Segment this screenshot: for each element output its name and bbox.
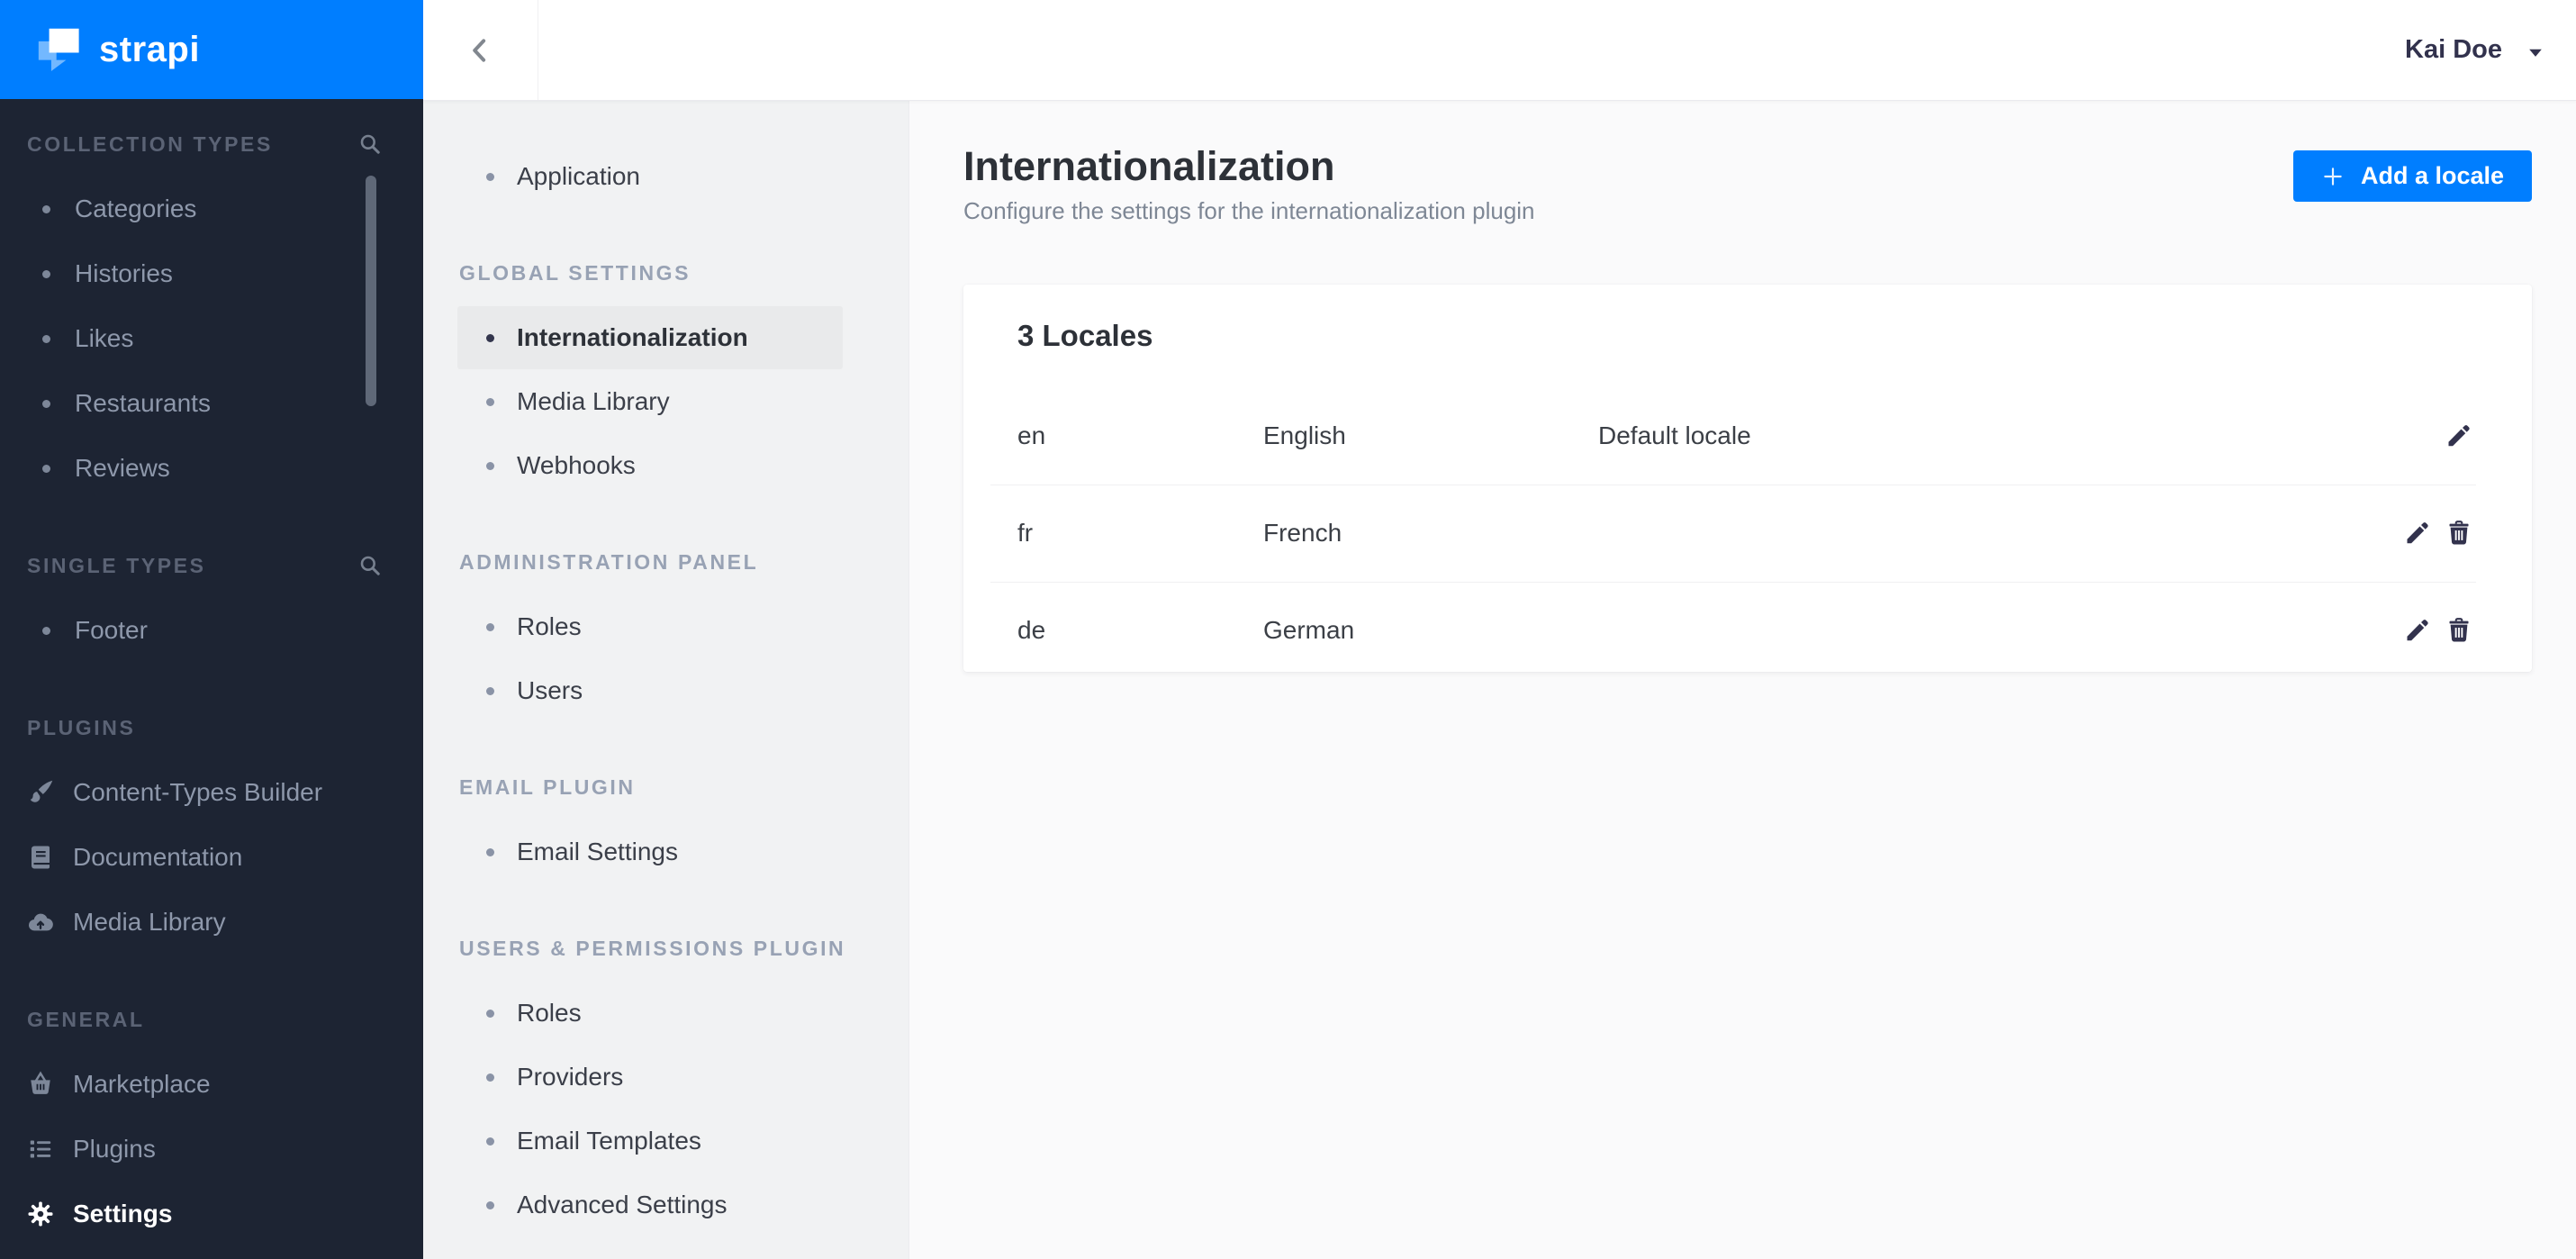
bullet-icon	[42, 269, 50, 278]
sidebar-item-histories[interactable]: Histories	[0, 241, 423, 306]
delete-locale-button[interactable]	[2445, 520, 2472, 547]
sidebar-item-content-types-builder[interactable]: Content-Types Builder	[0, 760, 423, 825]
main-content: Internationalization Configure the setti…	[909, 101, 2576, 1259]
bullet-icon	[486, 1200, 494, 1209]
bullet-icon	[486, 847, 494, 856]
sidebar-item-settings[interactable]: Settings	[0, 1182, 423, 1246]
bullet-icon	[486, 1137, 494, 1146]
sidebar-nav: COLLECTION TYPES Categories Histories Li…	[0, 99, 423, 1246]
locale-code: fr	[1017, 519, 1034, 547]
locales-count-title: 3 Locales	[1017, 319, 1153, 352]
user-name: Kai Doe	[2405, 35, 2502, 64]
sidebar-item-reviews[interactable]: Reviews	[0, 436, 423, 501]
sidebar-item-marketplace[interactable]: Marketplace	[0, 1052, 423, 1117]
brand-name: strapi	[99, 29, 200, 69]
bullet-icon	[42, 334, 50, 343]
bullet-icon	[486, 686, 494, 695]
edit-locale-button[interactable]	[2445, 422, 2472, 449]
locales-card: 3 Locales en English Default locale fr F…	[963, 285, 2532, 672]
sidebar-section-single-types: SINGLE TYPES	[0, 533, 423, 598]
list-icon	[27, 1136, 54, 1163]
sidebar-item-documentation[interactable]: Documentation	[0, 825, 423, 890]
table-row-fr: fr French	[963, 485, 2532, 582]
subnav-item-email-settings[interactable]: Email Settings	[457, 820, 843, 883]
edit-locale-button[interactable]	[2404, 520, 2431, 547]
locale-name: English	[1263, 421, 1346, 449]
locale-name: French	[1263, 519, 1342, 547]
subnav-item-admin-users[interactable]: Users	[457, 659, 843, 722]
cloud-upload-icon	[27, 909, 54, 936]
sidebar-item-categories[interactable]: Categories	[0, 177, 423, 241]
sidebar-section-general: GENERAL	[27, 1007, 145, 1031]
subnav-section-users-permissions-plugin: USERS & PERMISSIONS PLUGIN	[459, 936, 846, 960]
delete-locale-button[interactable]	[2445, 617, 2472, 644]
page-subtitle: Configure the settings for the internati…	[963, 197, 1535, 224]
pencil-icon	[2404, 617, 2431, 644]
bullet-icon	[42, 464, 50, 473]
search-icon[interactable]	[358, 554, 382, 577]
user-menu[interactable]: Kai Doe	[2405, 35, 2576, 65]
subnav-item-advanced-settings[interactable]: Advanced Settings	[457, 1173, 843, 1236]
sidebar-section-collection-types: COLLECTION TYPES	[0, 112, 423, 177]
caret-down-icon	[2526, 42, 2545, 62]
strapi-admin-app: strapi COLLECTION TYPES Categories Histo…	[0, 0, 2576, 1259]
subnav-item-internationalization[interactable]: Internationalization	[457, 306, 843, 369]
locales-table: en English Default locale fr French de G…	[963, 387, 2532, 679]
default-locale-badge: Default locale	[1598, 421, 1751, 449]
subnav-item-admin-roles[interactable]: Roles	[457, 595, 843, 658]
plus-icon	[2321, 165, 2345, 188]
table-row-en: en English Default locale	[963, 387, 2532, 485]
topbar: Kai Doe	[423, 0, 2576, 101]
page-title: Internationalization	[963, 143, 1335, 189]
settings-subnav: Application GLOBAL SETTINGS Internationa…	[423, 101, 909, 1259]
bullet-icon	[42, 204, 50, 213]
bullet-icon	[486, 172, 494, 181]
trash-icon	[2445, 617, 2472, 644]
basket-icon	[27, 1071, 54, 1098]
bullet-icon	[486, 461, 494, 470]
subnav-item-email-templates[interactable]: Email Templates	[457, 1110, 843, 1173]
back-button[interactable]	[423, 0, 538, 100]
subnav-item-up-roles[interactable]: Roles	[457, 982, 843, 1045]
subnav-section-global-settings: GLOBAL SETTINGS	[459, 260, 691, 285]
table-row-de: de German	[963, 582, 2532, 679]
sidebar-section-plugins: PLUGINS	[27, 715, 136, 739]
bullet-icon	[486, 397, 494, 406]
sidebar-item-plugins[interactable]: Plugins	[0, 1117, 423, 1182]
subnav-item-application[interactable]: Application	[457, 145, 843, 208]
paintbrush-icon	[27, 779, 54, 806]
subnav-item-webhooks[interactable]: Webhooks	[457, 434, 843, 497]
bullet-icon	[486, 1009, 494, 1018]
bullet-icon	[42, 399, 50, 408]
subnav-section-administration-panel: ADMINISTRATION PANEL	[459, 549, 759, 574]
gear-icon	[27, 1200, 54, 1227]
pencil-icon	[2404, 520, 2431, 547]
sidebar-item-likes[interactable]: Likes	[0, 306, 423, 371]
locale-code: de	[1017, 616, 1046, 644]
trash-icon	[2445, 520, 2472, 547]
sidebar-item-restaurants[interactable]: Restaurants	[0, 371, 423, 436]
bullet-icon	[486, 622, 494, 631]
pencil-icon	[2445, 422, 2472, 449]
bullet-icon	[42, 626, 50, 635]
sidebar-scrollbar-thumb[interactable]	[366, 176, 376, 406]
sidebar-item-footer[interactable]: Footer	[0, 598, 423, 663]
bullet-icon	[486, 333, 494, 342]
add-locale-button[interactable]: Add a locale	[2292, 150, 2532, 202]
locale-name: German	[1263, 616, 1355, 644]
strapi-logo-mark	[38, 28, 79, 71]
subnav-item-media-library[interactable]: Media Library	[457, 370, 843, 433]
strapi-logo[interactable]: strapi	[0, 0, 423, 99]
search-icon[interactable]	[358, 132, 382, 156]
subnav-item-providers[interactable]: Providers	[457, 1046, 843, 1109]
sidebar-item-media-library[interactable]: Media Library	[0, 890, 423, 955]
main-sidebar: strapi COLLECTION TYPES Categories Histo…	[0, 0, 423, 1259]
book-icon	[27, 844, 54, 871]
edit-locale-button[interactable]	[2404, 617, 2431, 644]
chevron-left-icon	[465, 35, 496, 66]
bullet-icon	[486, 1073, 494, 1082]
locale-code: en	[1017, 421, 1046, 449]
subnav-section-email-plugin: EMAIL PLUGIN	[459, 774, 636, 799]
